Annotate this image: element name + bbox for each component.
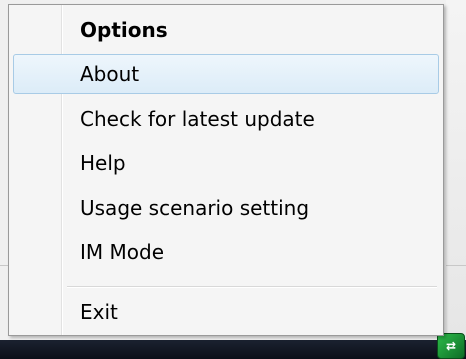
- menu-item-im-mode[interactable]: IM Mode: [13, 232, 439, 272]
- app-tray-icon[interactable]: ⇄: [437, 333, 465, 359]
- background-divider-left: [0, 265, 8, 266]
- menu-item-help[interactable]: Help: [13, 143, 439, 183]
- menu-item-about[interactable]: About: [13, 54, 439, 94]
- options-context-menu: Options About Check for latest update He…: [8, 4, 444, 336]
- background-divider: [446, 265, 466, 266]
- menu-item-check-update[interactable]: Check for latest update: [13, 99, 439, 139]
- menu-item-usage-scenario[interactable]: Usage scenario setting: [13, 188, 439, 228]
- menu-header-options: Options: [80, 18, 168, 42]
- desktop-background: [446, 0, 466, 340]
- tray-glyph-icon: ⇄: [445, 339, 457, 353]
- menu-separator-highlight: [67, 287, 437, 288]
- menu-item-exit[interactable]: Exit: [13, 292, 439, 332]
- taskbar: [0, 340, 466, 359]
